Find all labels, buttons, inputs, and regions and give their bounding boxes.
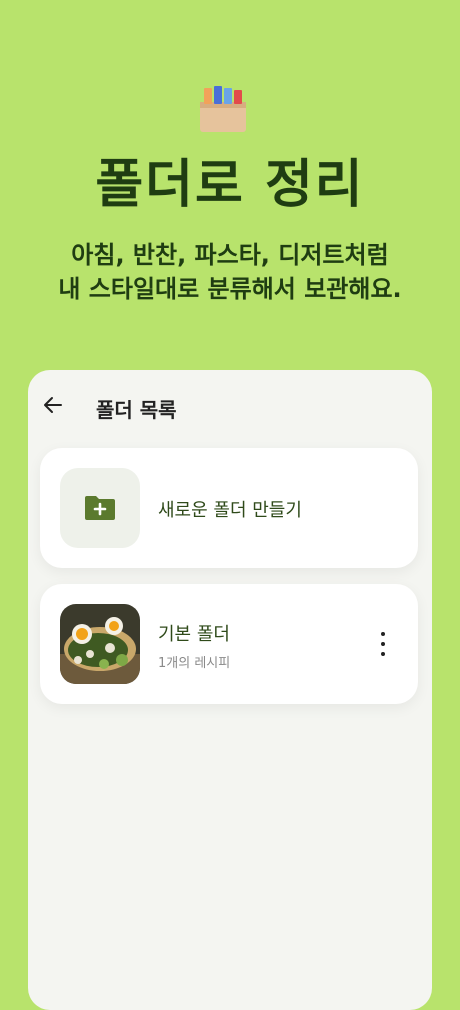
folder-list-panel: 폴더 목록 새로운 폴더 만들기 기본 폴더 1개의 레시피 [28,370,432,1010]
more-vertical-icon[interactable] [376,632,390,656]
folder-thumbnail [60,604,140,684]
hero-title: 폴더로 정리 [95,155,365,215]
folder-item[interactable]: 기본 폴더 1개의 레시피 [40,584,418,704]
folder-recipe-count: 1개의 레시피 [158,656,231,671]
hero-icon [196,82,250,134]
arrow-left-icon[interactable] [42,394,68,416]
page-title: 폴더 목록 [96,398,177,422]
folder-name: 기본 폴더 [158,624,230,645]
new-folder-button[interactable]: 새로운 폴더 만들기 [40,448,418,568]
hero-subtitle-line-2: 내 스타일대로 분류해서 보관해요. [58,275,402,303]
folder-plus-icon [60,468,140,548]
hero-subtitle: 아침, 반찬, 파스타, 디저트처럼 내 스타일대로 분류해서 보관해요. [0,238,460,306]
hero-subtitle-line-1: 아침, 반찬, 파스타, 디저트처럼 [71,241,389,269]
new-folder-label: 새로운 폴더 만들기 [158,500,302,521]
